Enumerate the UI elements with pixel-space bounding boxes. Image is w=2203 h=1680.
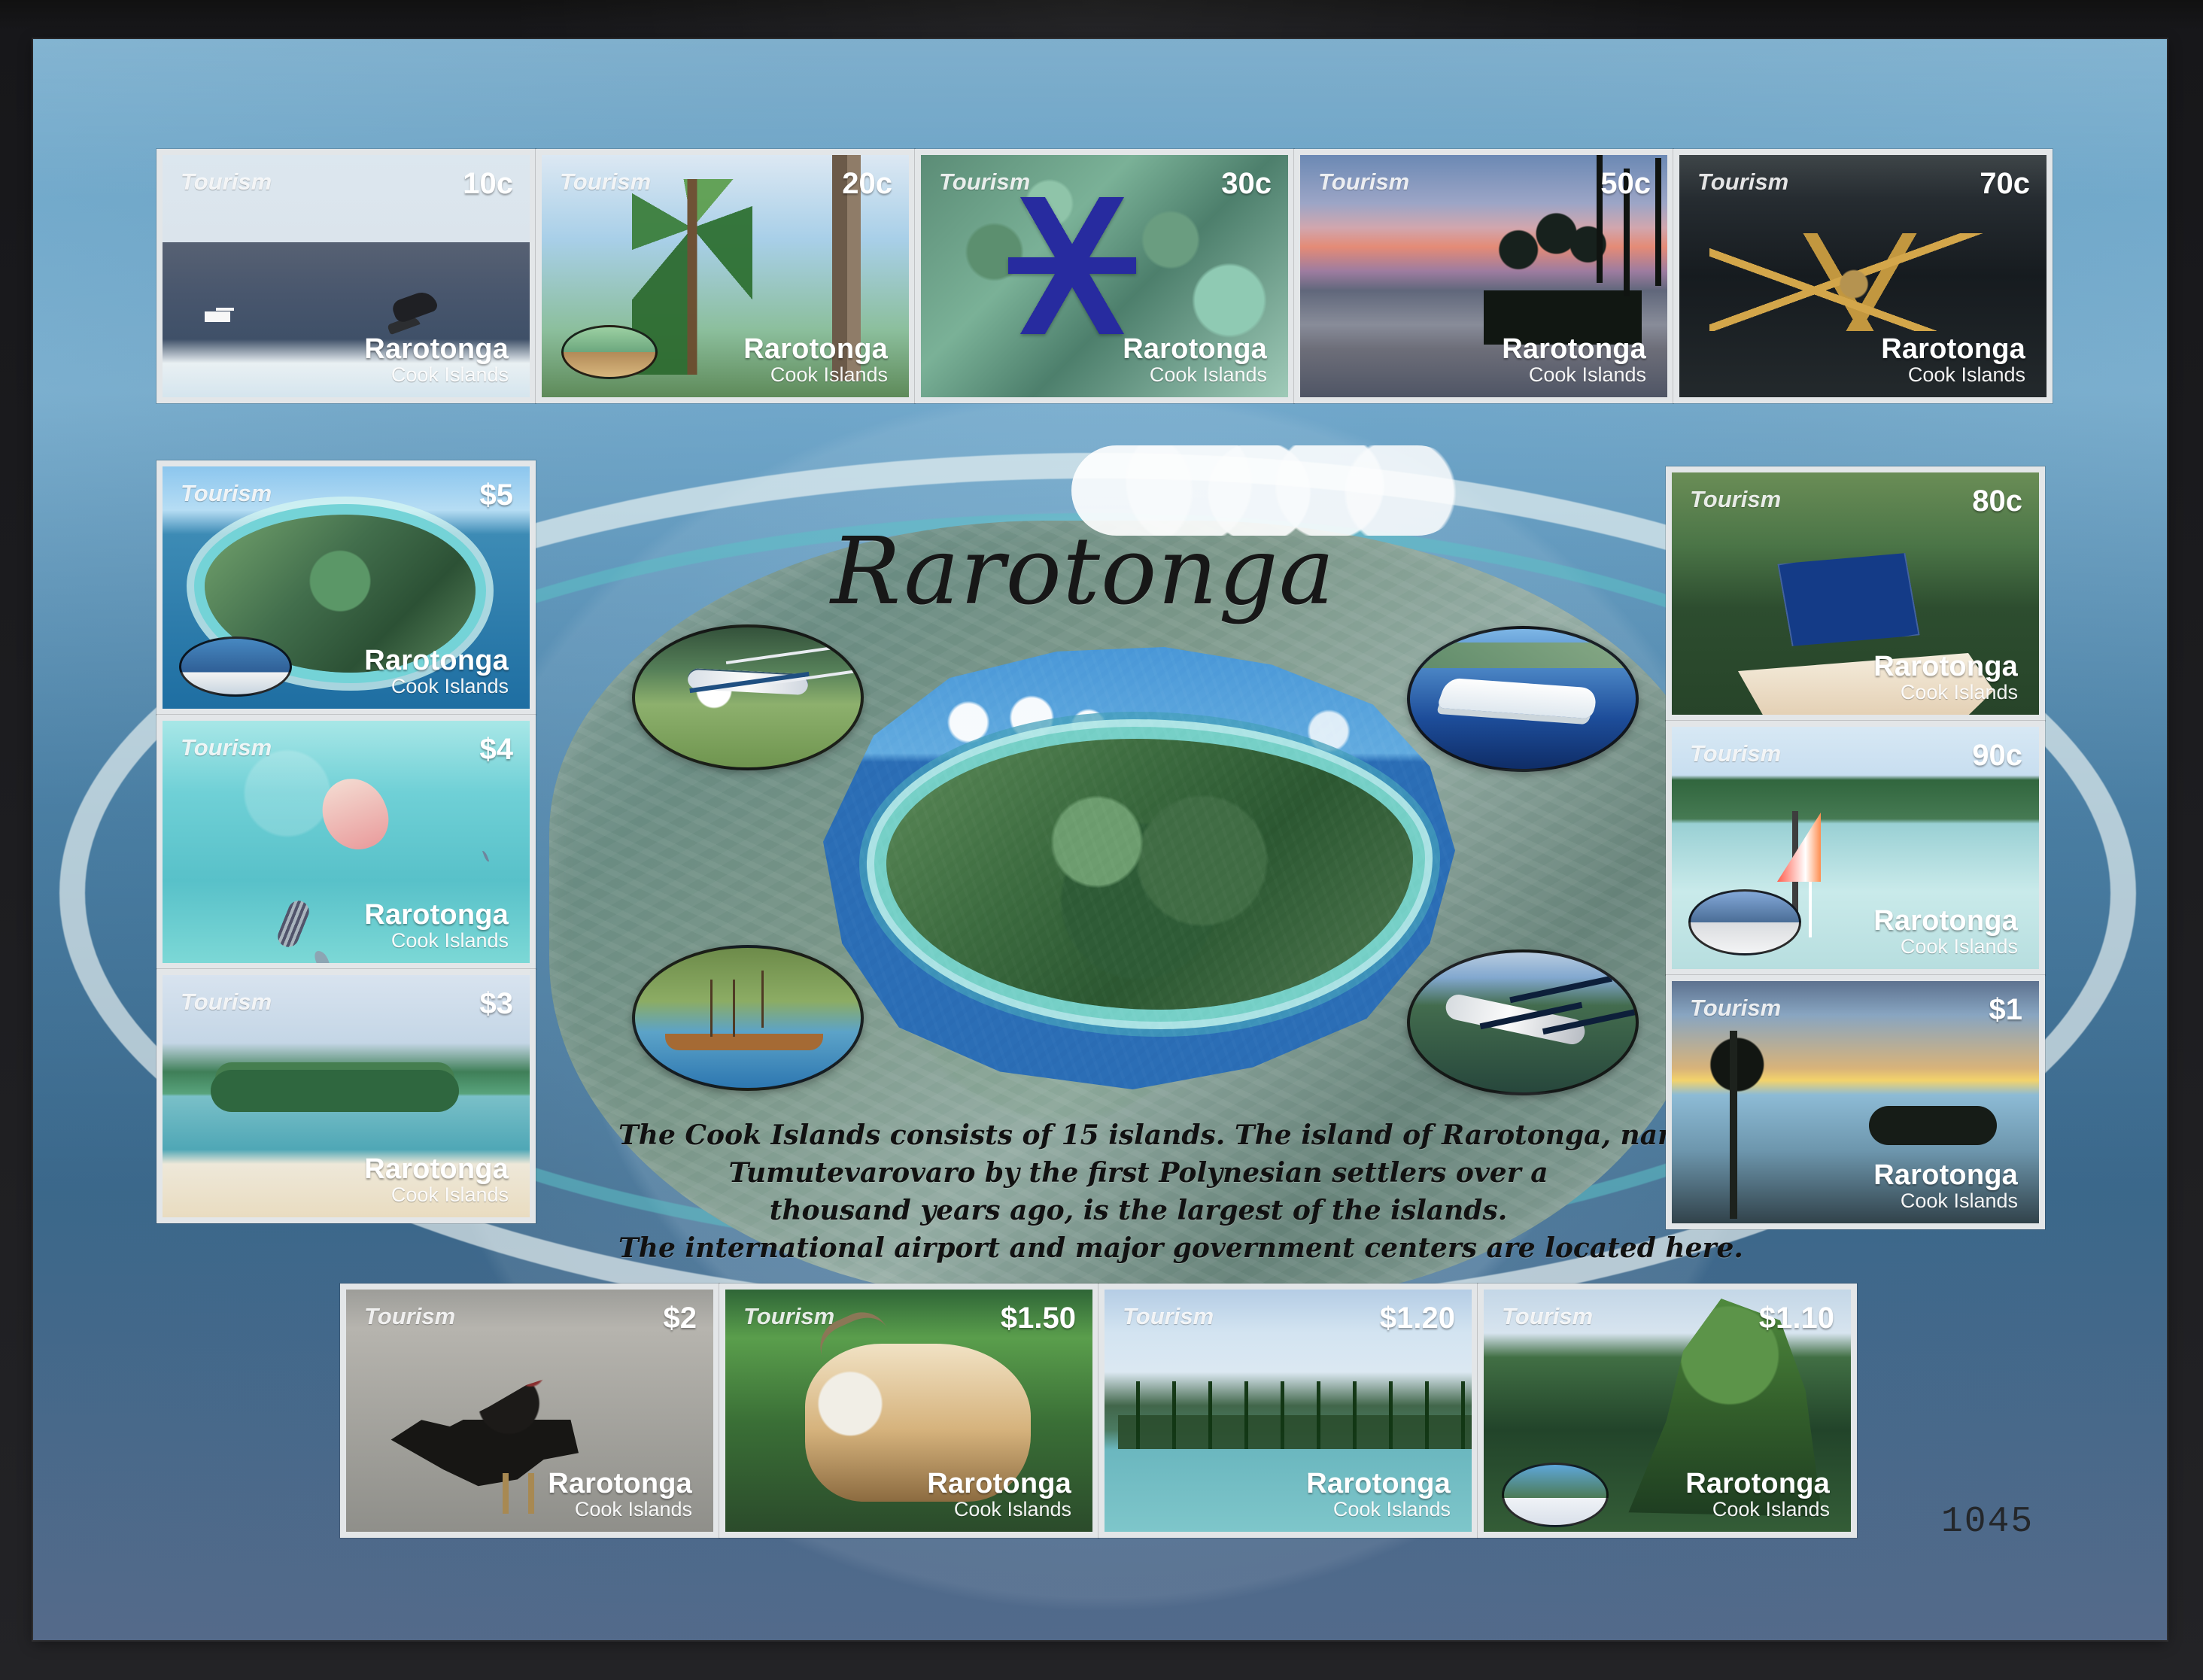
stamp-5-dollars: Tourism $5 Rarotonga Cook Islands bbox=[156, 460, 536, 715]
mini-oval-image bbox=[1502, 1463, 1609, 1527]
stamp-3-dollars: Tourism $3 Rarotonga Cook Islands bbox=[156, 969, 536, 1223]
stamp-name: Rarotonga bbox=[1881, 333, 2025, 365]
description-line-2: Tumutevarovaro by the first Polynesian s… bbox=[728, 1157, 1548, 1189]
stamp-value: 30c bbox=[1221, 167, 1272, 200]
stamp-tag: Tourism bbox=[1502, 1303, 1594, 1329]
jet-oval-image bbox=[1407, 949, 1639, 1095]
stamp-50c: Tourism 50c Rarotonga Cook Islands bbox=[1294, 149, 1673, 403]
stamp-country: Cook Islands bbox=[1900, 681, 2018, 703]
stamp-value: $2 bbox=[663, 1302, 697, 1335]
stamp-1-dollar: Tourism $1 Rarotonga Cook Islands bbox=[1666, 975, 2045, 1229]
stamp-name: Rarotonga bbox=[927, 1468, 1071, 1499]
stamp-1-10: Tourism $1.10 Rarotonga Cook Islands bbox=[1478, 1284, 1857, 1538]
boat-oval-image bbox=[632, 945, 864, 1091]
stamp-4-dollars: Tourism $4 Rarotonga Cook Islands bbox=[156, 715, 536, 969]
stamp-20c: Tourism 20c Rarotonga Cook Islands bbox=[536, 149, 915, 403]
stamp-name: Rarotonga bbox=[1873, 1159, 2018, 1191]
stamp-tag: Tourism bbox=[1690, 486, 1782, 512]
stamp-name: Rarotonga bbox=[743, 333, 888, 365]
stamp-value: 70c bbox=[1980, 167, 2030, 200]
stamp-name: Rarotonga bbox=[364, 333, 509, 365]
stamp-tag: Tourism bbox=[1123, 1303, 1214, 1329]
stamp-2-dollars: Tourism $2 Rarotonga Cook Islands bbox=[340, 1284, 719, 1538]
stamp-country: Cook Islands bbox=[1900, 1189, 2018, 1212]
stamp-country: Cook Islands bbox=[574, 1498, 692, 1521]
mini-oval-image bbox=[1688, 889, 1801, 955]
stamp-name: Rarotonga bbox=[548, 1468, 692, 1499]
sheet-description: The Cook Islands consists of 15 islands.… bbox=[618, 1116, 1743, 1267]
stamp-country: Cook Islands bbox=[390, 929, 509, 952]
stamp-tag: Tourism bbox=[364, 1303, 456, 1329]
stamp-30c: Tourism 30c Rarotonga Cook Islands bbox=[915, 149, 1294, 403]
stamp-country: Cook Islands bbox=[1712, 1498, 1830, 1521]
mini-oval-image bbox=[179, 636, 292, 697]
stamp-country: Cook Islands bbox=[1528, 363, 1646, 386]
stamp-tag: Tourism bbox=[743, 1303, 835, 1329]
stamp-name: Rarotonga bbox=[1685, 1468, 1830, 1499]
stamp-country: Cook Islands bbox=[390, 363, 509, 386]
stamp-tag: Tourism bbox=[181, 169, 272, 195]
stamp-sheet: Rarotonga The Cook Islands consists of 1… bbox=[33, 39, 2167, 1640]
stamp-country: Cook Islands bbox=[390, 675, 509, 697]
stamp-sheet-root: Rarotonga The Cook Islands consists of 1… bbox=[0, 0, 2203, 1680]
stamp-country: Cook Islands bbox=[770, 363, 888, 386]
stamp-value: $4 bbox=[479, 733, 514, 766]
stamp-value: 20c bbox=[842, 167, 892, 200]
cruise-ship-oval-image bbox=[1407, 626, 1639, 772]
stamp-tag: Tourism bbox=[1690, 995, 1782, 1021]
stamp-value: 50c bbox=[1600, 167, 1651, 200]
stamp-name: Rarotonga bbox=[1873, 905, 2018, 937]
stamp-70c: Tourism 70c Rarotonga Cook Islands bbox=[1673, 149, 2053, 403]
stamp-name: Rarotonga bbox=[1873, 651, 2018, 682]
plane-oval-image bbox=[632, 624, 864, 770]
stamp-name: Rarotonga bbox=[364, 1153, 509, 1185]
stamp-name: Rarotonga bbox=[1502, 333, 1646, 365]
stamp-name: Rarotonga bbox=[1123, 333, 1267, 365]
stamp-value: 90c bbox=[1972, 739, 2022, 772]
stamp-tag: Tourism bbox=[181, 989, 272, 1015]
description-line-1: The Cook Islands consists of 15 islands.… bbox=[618, 1119, 1723, 1151]
sheet-number: 1045 bbox=[1941, 1502, 2034, 1542]
stamp-tag: Tourism bbox=[1318, 169, 1410, 195]
stamp-1-50: Tourism $1.50 Rarotonga Cook Islands bbox=[719, 1284, 1098, 1538]
stamp-10c: Tourism 10c Rarotonga Cook Islands bbox=[156, 149, 536, 403]
stamp-tag: Tourism bbox=[1690, 740, 1782, 767]
stamp-tag: Tourism bbox=[939, 169, 1031, 195]
stamp-country: Cook Islands bbox=[390, 1183, 509, 1206]
sheet-title: Rarotonga bbox=[831, 518, 1335, 626]
stamp-value: $1 bbox=[1989, 993, 2023, 1026]
description-line-4: The international airport and major gove… bbox=[618, 1232, 1743, 1264]
stamp-tag: Tourism bbox=[181, 480, 272, 506]
stamp-name: Rarotonga bbox=[364, 645, 509, 676]
stamp-value: $1.50 bbox=[1000, 1302, 1076, 1335]
stamp-country: Cook Islands bbox=[1149, 363, 1267, 386]
stamp-country: Cook Islands bbox=[1332, 1498, 1451, 1521]
stamp-country: Cook Islands bbox=[953, 1498, 1071, 1521]
mini-oval-image bbox=[561, 325, 658, 379]
stamp-name: Rarotonga bbox=[364, 899, 509, 931]
stamp-tag: Tourism bbox=[560, 169, 652, 195]
stamp-name: Rarotonga bbox=[1306, 1468, 1451, 1499]
stamp-value: $3 bbox=[479, 987, 514, 1020]
stamp-tag: Tourism bbox=[181, 734, 272, 761]
description-line-3: thousand years ago, is the largest of th… bbox=[769, 1195, 1508, 1226]
stamp-tag: Tourism bbox=[1697, 169, 1789, 195]
stamp-value: $5 bbox=[479, 478, 514, 512]
stamp-1-20: Tourism $1.20 Rarotonga Cook Islands bbox=[1098, 1284, 1478, 1538]
stamp-80c: Tourism 80c Rarotonga Cook Islands bbox=[1666, 466, 2045, 721]
stamp-country: Cook Islands bbox=[1900, 935, 2018, 958]
stamp-value: $1.20 bbox=[1379, 1302, 1455, 1335]
stamp-value: 80c bbox=[1972, 485, 2022, 518]
stamp-value: 10c bbox=[463, 167, 513, 200]
stamp-country: Cook Islands bbox=[1907, 363, 2025, 386]
stamp-90c: Tourism 90c Rarotonga Cook Islands bbox=[1666, 721, 2045, 975]
stamp-value: $1.10 bbox=[1758, 1302, 1834, 1335]
